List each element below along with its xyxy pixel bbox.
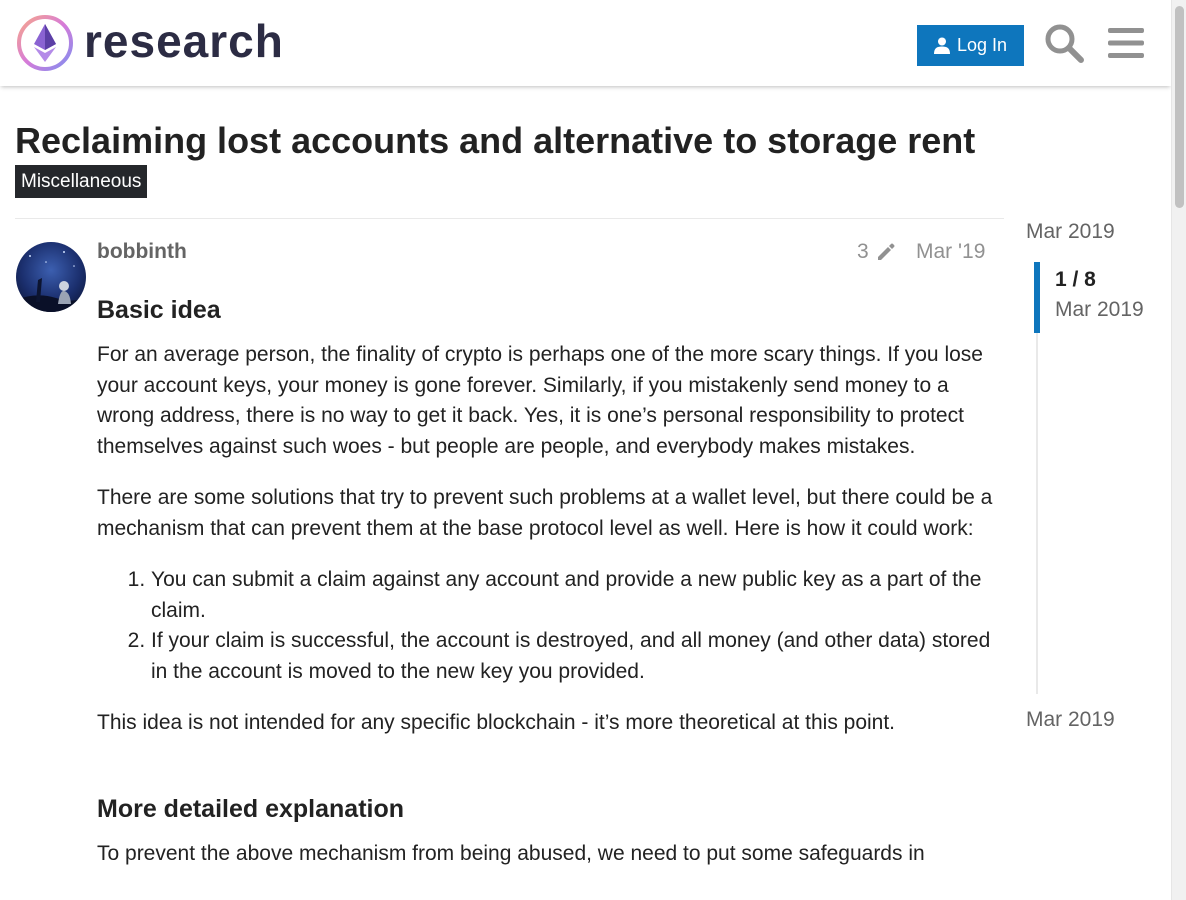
timeline-end-date[interactable]: Mar 2019 <box>1026 708 1115 732</box>
site-header: research Log In <box>0 0 1171 86</box>
post-paragraph: There are some solutions that try to pre… <box>97 486 993 540</box>
title-divider <box>15 218 1004 219</box>
post-paragraph: This idea is not intended for any specif… <box>97 711 896 734</box>
avatar-image <box>16 242 86 312</box>
post-date[interactable]: Mar '19 <box>916 240 985 264</box>
edit-history[interactable]: 3 <box>857 240 897 264</box>
login-label: Log In <box>956 35 1008 55</box>
page-scrollbar[interactable] <box>1171 0 1186 900</box>
post-heading: More detailed explanation <box>97 794 405 823</box>
user-icon <box>933 37 950 54</box>
edit-count: 3 <box>857 240 869 263</box>
timeline-scroller-handle[interactable] <box>1034 262 1040 333</box>
hamburger-menu-icon[interactable] <box>1105 22 1147 64</box>
post-author[interactable]: bobbinth <box>97 240 187 264</box>
login-button[interactable]: Log In <box>917 25 1024 66</box>
pencil-icon <box>877 243 895 260</box>
logo-text: research <box>84 15 284 67</box>
list-item: You can submit a claim against any accou… <box>151 565 997 626</box>
search-icon[interactable] <box>1043 22 1085 64</box>
post-heading: Basic idea <box>97 296 221 324</box>
timeline-start-date[interactable]: Mar 2019 <box>1026 220 1115 244</box>
category-badge[interactable]: Miscellaneous <box>15 165 148 198</box>
timeline-position-date: Mar 2019 <box>1055 298 1144 321</box>
topic-title[interactable]: Reclaiming lost accounts and alternative… <box>15 119 975 163</box>
ethereum-logo-icon <box>17 15 73 71</box>
post-paragraph: To prevent the above mechanism from bein… <box>97 841 925 865</box>
list-item: If your claim is successful, the account… <box>151 626 997 687</box>
avatar[interactable] <box>16 242 86 312</box>
site-logo[interactable]: research <box>16 14 284 72</box>
post-ordered-list: You can submit a claim against any accou… <box>97 565 997 687</box>
scrollbar-thumb[interactable] <box>1175 6 1184 208</box>
post-body: Basic idea For an average person, the fi… <box>97 292 997 890</box>
timeline-position: 1 / 8 <box>1055 268 1096 291</box>
post-paragraph: For an average person, the finality of c… <box>97 343 983 458</box>
